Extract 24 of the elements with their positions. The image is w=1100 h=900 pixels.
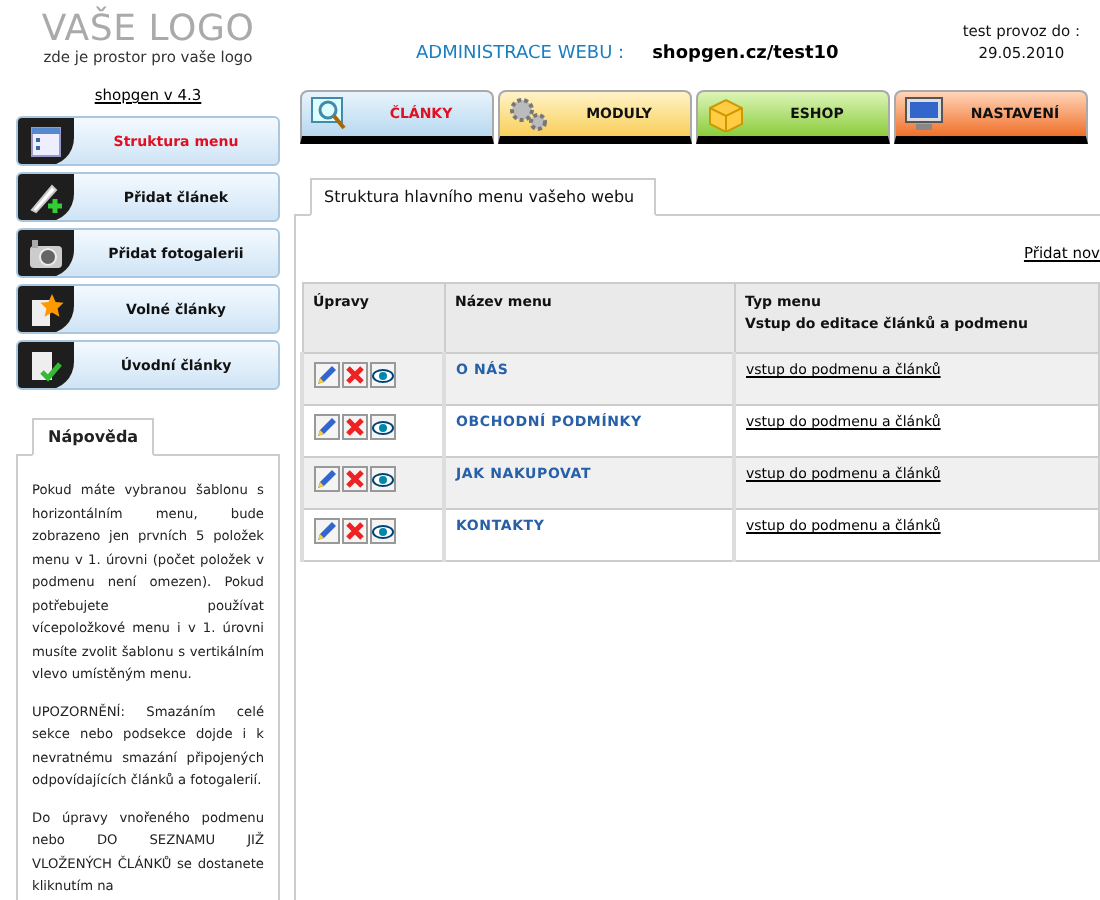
- eye-icon[interactable]: [370, 466, 396, 492]
- document-check-icon: [28, 347, 64, 383]
- pencil-icon[interactable]: [314, 362, 340, 388]
- pencil-icon[interactable]: [314, 466, 340, 492]
- monitor-icon: [904, 96, 944, 132]
- window-icon: [30, 125, 62, 157]
- eye-icon[interactable]: [370, 414, 396, 440]
- logo-title: VAŠE LOGO: [41, 8, 255, 50]
- gears-icon: [508, 96, 548, 132]
- star-icon: [28, 291, 64, 327]
- delete-icon[interactable]: [342, 414, 368, 440]
- delete-icon[interactable]: [342, 362, 368, 388]
- admin-title: ADMINISTRACE WEBU :: [416, 44, 625, 64]
- pencil-icon[interactable]: [314, 518, 340, 544]
- pencil-icon[interactable]: [314, 414, 340, 440]
- camera-icon: [28, 237, 64, 269]
- magnifier-icon: [310, 96, 350, 132]
- delete-icon[interactable]: [342, 466, 368, 492]
- eye-icon[interactable]: [370, 518, 396, 544]
- site-name: shopgen.cz/test10: [652, 44, 839, 64]
- box-icon: [706, 96, 746, 132]
- pencil-plus-icon: [28, 179, 64, 215]
- eye-icon[interactable]: [370, 362, 396, 388]
- delete-icon[interactable]: [342, 518, 368, 544]
